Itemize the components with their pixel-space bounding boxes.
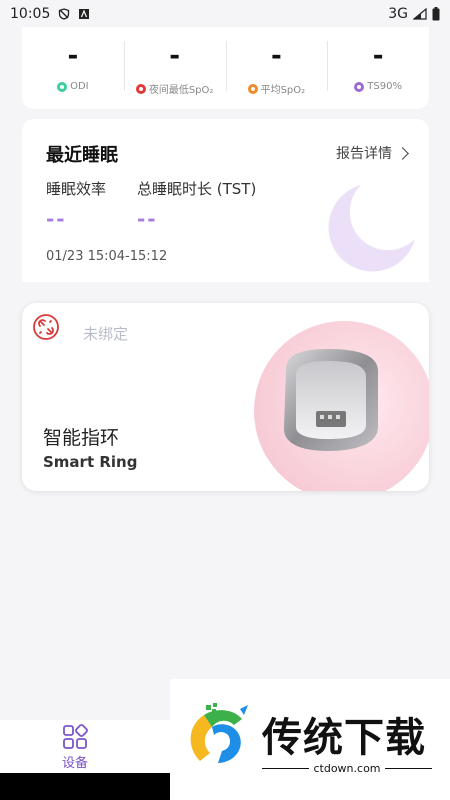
average-spo2-dot-icon [247, 83, 258, 94]
nav-tab-device-label: 设备 [61, 756, 88, 771]
device-status-text: 未绑定 [83, 325, 129, 343]
signal-icon [413, 8, 427, 20]
shield-off-icon [59, 8, 70, 20]
oxygen-metrics-card: - ODI - 夜间最低SpO₂ - 平均SpO₂ - TS90% [22, 27, 429, 109]
odi-dot-icon [57, 81, 68, 92]
total-sleep-time-label: 总睡眠时长 (TST) [137, 180, 257, 198]
sleep-efficiency-stat: 睡眠效率 -- [46, 178, 106, 231]
ts90-dot-icon [354, 81, 365, 92]
watermark-url-text: ctdown.com [313, 762, 381, 775]
watermark-overlay: 传统下载 ctdown.com [170, 679, 450, 800]
metric-lowest-spo2: - 夜间最低SpO₂ [123, 27, 226, 109]
metric-value: - [67, 41, 79, 71]
status-time: 10:05 [10, 6, 51, 22]
app-notification-icon [79, 9, 90, 19]
sleep-efficiency-label: 睡眠效率 [46, 180, 107, 198]
metric-odi: - ODI [22, 27, 124, 109]
chevron-right-icon [396, 146, 409, 160]
smart-ring-image [284, 349, 378, 451]
device-name-en: Smart Ring [43, 453, 138, 471]
watermark-logo-icon [190, 703, 248, 763]
metric-ts90: - TS90% [327, 27, 429, 109]
status-bar: 10:05 3G [0, 0, 450, 28]
metric-label: 夜间最低SpO₂ [148, 85, 214, 96]
lowest-spo2-dot-icon [135, 83, 146, 94]
watermark-url: ctdown.com [262, 762, 432, 775]
network-type: 3G [388, 6, 408, 22]
report-details-link[interactable]: 报告详情 [336, 143, 409, 163]
metric-label: ODI [70, 81, 89, 92]
metric-label: 平均SpO₂ [260, 85, 306, 96]
metric-label: TS90% [367, 81, 402, 92]
sleep-title: 最近睡眠 [46, 145, 118, 166]
unbound-link-icon [33, 314, 59, 340]
nav-tab-device[interactable]: 设备 [50, 724, 100, 771]
total-sleep-time-stat: 总睡眠时长 (TST) -- [137, 178, 256, 231]
recent-sleep-card[interactable]: 最近睡眠 报告详情 睡眠效率 -- 总睡眠时长 (TST) -- 01/23 1… [22, 119, 429, 282]
device-grid-icon [63, 724, 88, 749]
metric-value: - [169, 41, 181, 71]
watermark-title: 传统下载 [262, 715, 426, 761]
device-name-cn: 智能指环 [43, 427, 120, 449]
metric-value: - [372, 41, 384, 71]
moon-sleep-icon [328, 185, 415, 272]
battery-icon [432, 7, 440, 21]
metric-value: - [270, 41, 282, 71]
sleep-efficiency-value: -- [46, 207, 67, 231]
report-details-label: 报告详情 [336, 146, 392, 162]
sleep-time-range: 01/23 15:04-15:12 [46, 249, 168, 264]
smart-ring-device-card[interactable]: 未绑定 智能指环 Smart Ring [22, 303, 429, 491]
total-sleep-time-value: -- [137, 207, 158, 231]
metric-average-spo2: - 平均SpO₂ [225, 27, 328, 109]
